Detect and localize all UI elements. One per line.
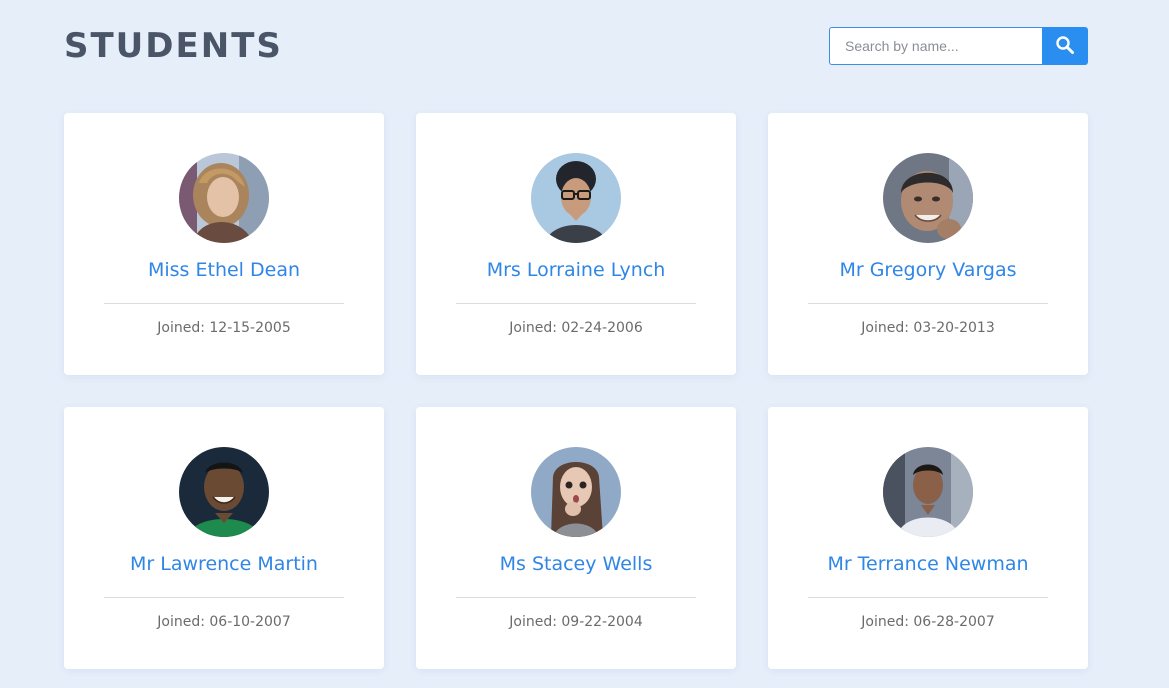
page-title: STUDENTS: [64, 26, 283, 66]
student-card: Ms Stacey Wells Joined: 09-22-2004: [416, 407, 736, 669]
joined-date: Joined: 06-28-2007: [861, 614, 995, 630]
student-card: Mr Lawrence Martin Joined: 06-10-2007: [64, 407, 384, 669]
student-name[interactable]: Ms Stacey Wells: [416, 549, 736, 579]
joined-date: Joined: 09-22-2004: [509, 614, 643, 630]
student-name[interactable]: Mrs Lorraine Lynch: [416, 255, 736, 285]
divider: [456, 303, 696, 304]
divider: [104, 597, 344, 598]
joined-date: Joined: 03-20-2013: [861, 320, 995, 336]
student-avatar[interactable]: [883, 153, 973, 243]
joined-date: Joined: 02-24-2006: [509, 320, 643, 336]
student-grid: Miss Ethel Dean Joined: 12-15-2005 Mrs L…: [64, 113, 1088, 669]
student-avatar[interactable]: [883, 447, 973, 537]
search-input[interactable]: [829, 27, 1042, 65]
student-name[interactable]: Mr Gregory Vargas: [768, 255, 1088, 285]
search-bar: [829, 27, 1088, 65]
students-page: STUDENTS Search by name... Miss Ethel De…: [0, 0, 1169, 688]
divider: [808, 597, 1048, 598]
divider: [456, 597, 696, 598]
student-avatar[interactable]: [179, 447, 269, 537]
student-name[interactable]: Mr Terrance Newman: [768, 549, 1088, 579]
search-icon: [1055, 35, 1075, 58]
student-card: Mr Terrance Newman Joined: 06-28-2007: [768, 407, 1088, 669]
student-card: Mr Gregory Vargas Joined: 03-20-2013: [768, 113, 1088, 375]
student-card: Mrs Lorraine Lynch Joined: 02-24-2006: [416, 113, 736, 375]
divider: [104, 303, 344, 304]
search-button[interactable]: [1042, 27, 1088, 65]
joined-date: Joined: 06-10-2007: [157, 614, 291, 630]
joined-date: Joined: 12-15-2005: [157, 320, 291, 336]
student-name[interactable]: Mr Lawrence Martin: [64, 549, 384, 579]
student-avatar[interactable]: [531, 447, 621, 537]
divider: [808, 303, 1048, 304]
student-avatar[interactable]: [531, 153, 621, 243]
student-avatar[interactable]: [179, 153, 269, 243]
student-name[interactable]: Miss Ethel Dean: [64, 255, 384, 285]
student-card: Miss Ethel Dean Joined: 12-15-2005: [64, 113, 384, 375]
